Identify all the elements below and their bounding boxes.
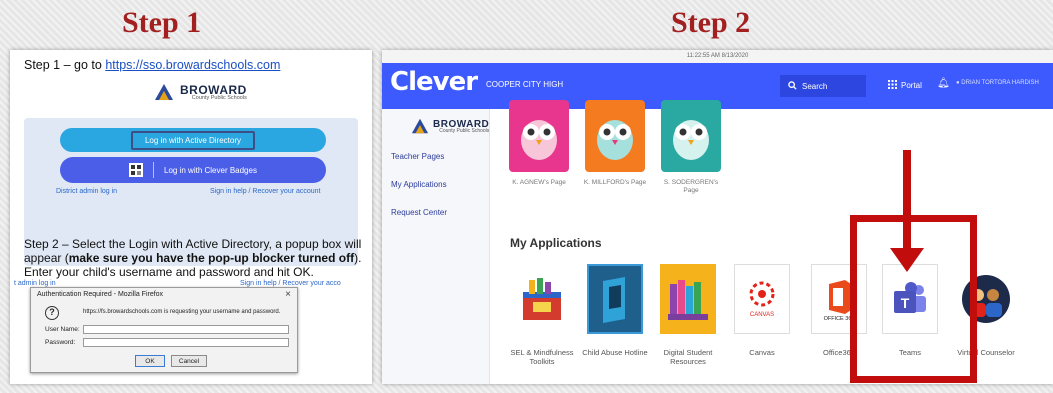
teacher-label-millford: K. MILLFORD's Page (583, 179, 647, 186)
app-sel-toolkits[interactable] (514, 264, 570, 334)
step1-panel: Step 1 – go to https://sso.browardschool… (10, 50, 372, 384)
sidebar-item-request-center[interactable]: Request Center (391, 208, 447, 217)
auth-dialog: Authentication Required - Mozilla Firefo… (30, 287, 298, 373)
password-label: Password: (45, 339, 76, 346)
admin-link-fragment[interactable]: t admin log in (14, 280, 56, 287)
teacher-page-millford[interactable] (585, 100, 645, 172)
search-label: Search (802, 81, 828, 91)
broward-emblem-icon (152, 81, 176, 103)
username-field[interactable] (83, 325, 289, 334)
teacher-page-sodergren[interactable] (661, 100, 721, 172)
owl-icon (673, 120, 709, 160)
svg-text:CANVAS: CANVAS (750, 312, 774, 318)
step2-instruction: Step 2 – Select the Login with Active Di… (24, 237, 364, 279)
sso-link[interactable]: https://sso.browardschools.com (105, 58, 280, 72)
app-label-sel: SEL & Mindfulness Toolkits (510, 348, 574, 366)
teacher-page-agnew[interactable] (509, 100, 569, 172)
red-arrow-shaft (903, 150, 911, 252)
auth-message: https://fs.browardschools.com is request… (83, 309, 281, 315)
red-arrow-icon (890, 248, 924, 272)
app-child-abuse-hotline[interactable] (587, 264, 643, 334)
app-label-digital: Digital Student Resources (663, 348, 713, 366)
username-label: User Name: (45, 326, 80, 333)
question-icon: ? (45, 306, 59, 320)
search-input[interactable]: Search (780, 75, 866, 97)
user-name: DRIAN TORTORA HARDISH (961, 80, 1039, 86)
timestamp: 11:22:55 AM 8/13/2020 (382, 50, 1053, 63)
step1-instruction: Step 1 – go to https://sso.browardschool… (24, 58, 280, 72)
active-directory-label: Log in with Active Directory (130, 130, 256, 150)
owl-icon (597, 120, 633, 160)
teacher-label-agnew: K. AGNEW's Page (512, 179, 566, 186)
sidebar: BROWARD County Public Schools Teacher Pa… (382, 109, 490, 384)
close-icon[interactable]: × (285, 289, 291, 300)
auth-dialog-title: Authentication Required - Mozilla Firefo… (37, 291, 164, 298)
app-label-hotline: Child Abuse Hotline (582, 348, 648, 357)
active-directory-button[interactable]: Log in with Active Directory (60, 128, 326, 152)
cancel-button[interactable]: Cancel (171, 355, 207, 367)
owl-icon (521, 120, 557, 160)
canvas-logo-icon: CANVAS (749, 281, 775, 318)
grid-icon (888, 80, 897, 91)
library-books-icon (668, 280, 708, 320)
user-menu[interactable]: ● DRIAN TORTORA HARDISH (956, 80, 1039, 86)
district-admin-link[interactable]: District admin log in (56, 188, 117, 195)
broward-emblem-icon (411, 118, 429, 134)
portal-menu[interactable]: Portal (888, 80, 922, 91)
step2-bold: make sure you have the pop-up blocker tu… (68, 251, 355, 265)
bell-icon[interactable]: 🔔︎ (937, 78, 950, 89)
ok-button[interactable]: OK (135, 355, 165, 367)
teacher-label-sodergren: S. SODERGREN's Page (663, 179, 719, 194)
my-applications-heading: My Applications (510, 236, 602, 250)
toolbox-icon (523, 278, 561, 320)
help-link-fragment[interactable]: Sign in help / Recover your acco (240, 280, 341, 287)
step2-title: Step 2 (671, 6, 751, 39)
broward-logo: BROWARD County Public Schools (152, 81, 247, 103)
school-name: COOPER CITY HIGH (486, 80, 564, 89)
password-field[interactable] (83, 338, 289, 347)
clever-logo[interactable]: Clever (390, 67, 478, 97)
step1-title: Step 1 (122, 6, 202, 39)
user-icon: ● (956, 80, 960, 86)
sign-in-help-link[interactable]: Sign in help / Recover your account (210, 188, 321, 195)
app-canvas[interactable]: CANVAS (734, 264, 790, 334)
sidebar-item-my-applications[interactable]: My Applications (391, 180, 447, 189)
book-icon (603, 277, 625, 323)
sidebar-logo-sub: County Public Schools (439, 127, 490, 134)
sidebar-logo: BROWARD County Public Schools (410, 117, 489, 135)
sidebar-item-teacher-pages[interactable]: Teacher Pages (391, 152, 444, 161)
app-digital-student-resources[interactable] (660, 264, 716, 334)
app-label-canvas: Canvas (749, 348, 775, 357)
teams-highlight-box (850, 215, 977, 383)
step1-prefix: Step 1 – go to (24, 58, 106, 72)
clever-badges-button[interactable]: Log in with Clever Badges (60, 157, 326, 183)
portal-label: Portal (901, 81, 922, 90)
qr-icon (129, 163, 144, 177)
search-icon (788, 80, 797, 92)
clever-badges-label: Log in with Clever Badges (164, 165, 257, 175)
divider (153, 162, 155, 178)
